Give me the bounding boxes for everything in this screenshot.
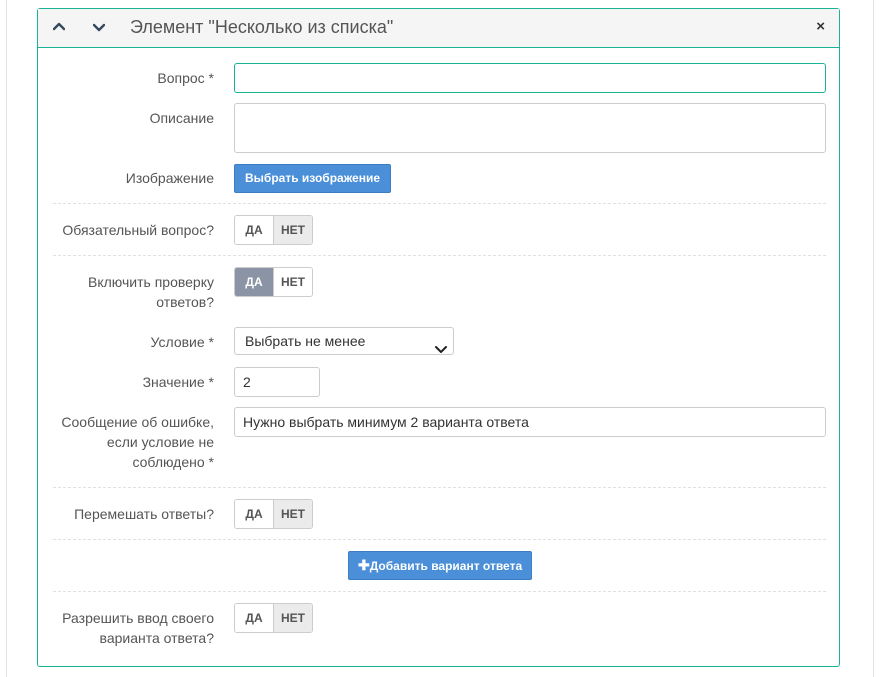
panel-header: Элемент "Несколько из списка" ×: [38, 9, 839, 48]
own-no-button[interactable]: НЕТ: [273, 604, 312, 632]
required-yes-button[interactable]: ДА: [235, 216, 273, 244]
required-label: Обязательный вопрос?: [62, 222, 214, 238]
error-label-line2: если условие не: [106, 434, 214, 450]
error-message-input[interactable]: [234, 407, 826, 437]
check-toggle: ДА НЕТ: [234, 267, 313, 297]
element-panel: Элемент "Несколько из списка" × Вопрос *…: [37, 8, 840, 667]
chevron-down-icon[interactable]: [91, 19, 107, 35]
shuffle-label: Перемешать ответы?: [74, 506, 214, 522]
divider: [53, 203, 826, 204]
description-textarea[interactable]: [234, 103, 826, 153]
value-input[interactable]: [234, 367, 320, 397]
add-option-button[interactable]: ✚Добавить вариант ответа: [348, 551, 533, 580]
value-label: Значение *: [142, 374, 214, 390]
divider: [53, 487, 826, 488]
check-no-button[interactable]: НЕТ: [273, 268, 312, 296]
shuffle-toggle: ДА НЕТ: [234, 499, 313, 529]
plus-icon: ✚: [358, 557, 370, 573]
required-toggle: ДА НЕТ: [234, 215, 313, 245]
check-yes-button[interactable]: ДА: [235, 268, 273, 296]
question-input[interactable]: [234, 63, 826, 93]
add-option-label: Добавить вариант ответа: [369, 559, 523, 573]
condition-select[interactable]: Выбрать не менее: [234, 327, 454, 355]
divider: [53, 539, 826, 540]
close-icon[interactable]: ×: [816, 19, 825, 35]
image-label: Изображение: [125, 170, 214, 186]
panel-title: Элемент "Несколько из списка": [130, 17, 394, 37]
required-no-button[interactable]: НЕТ: [273, 216, 312, 244]
shuffle-yes-button[interactable]: ДА: [235, 500, 273, 528]
divider: [53, 591, 826, 592]
check-label-line2: ответов?: [156, 294, 214, 310]
condition-label: Условие *: [150, 334, 214, 350]
condition-select-value: Выбрать не менее: [245, 333, 366, 349]
question-label: Вопрос *: [157, 70, 214, 86]
select-image-button[interactable]: Выбрать изображение: [234, 164, 392, 193]
chevron-up-icon[interactable]: [51, 19, 67, 35]
own-answer-toggle: ДА НЕТ: [234, 603, 313, 633]
own-yes-button[interactable]: ДА: [235, 604, 273, 632]
description-label: Описание: [149, 110, 214, 126]
own-label-line2: варианта ответа?: [99, 630, 214, 646]
shuffle-no-button[interactable]: НЕТ: [273, 500, 312, 528]
divider: [53, 255, 826, 256]
check-label-line1: Включить проверку: [88, 274, 214, 290]
error-label-line1: Сообщение об ошибке,: [61, 414, 214, 430]
chevron-down-icon: [435, 336, 447, 362]
error-label-line3: соблюдено *: [132, 454, 214, 470]
own-label-line1: Разрешить ввод своего: [62, 610, 214, 626]
